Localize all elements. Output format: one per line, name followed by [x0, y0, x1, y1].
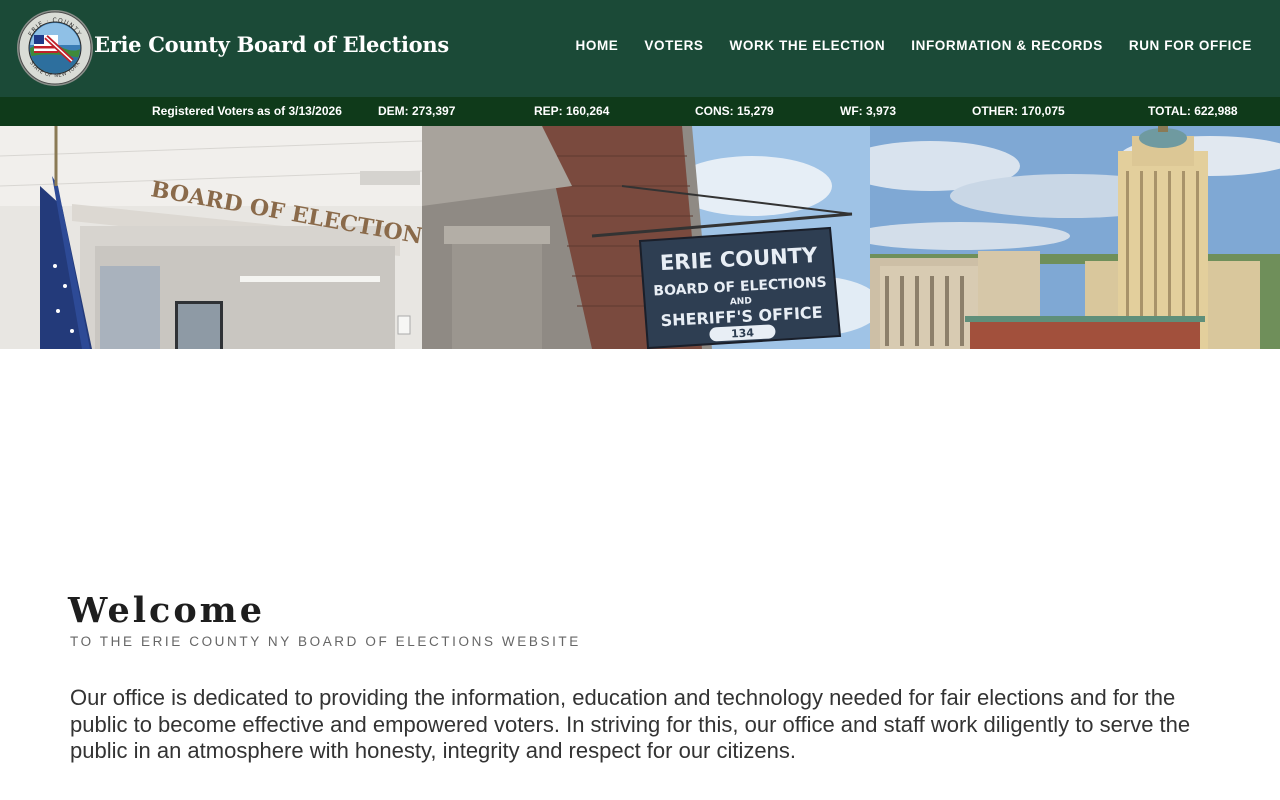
- stat-cons: CONS: 15,279: [695, 104, 774, 118]
- stat-rep: REP: 160,264: [534, 104, 610, 118]
- welcome-subtitle: TO THE ERIE COUNTY NY BOARD OF ELECTIONS…: [70, 634, 581, 649]
- hero-banner: BOARD OF ELECTIONS ERIE COUNTY BOARD OF …: [0, 126, 1280, 349]
- nav-information-records[interactable]: INFORMATION & RECORDS: [898, 38, 1116, 53]
- welcome-title: Welcome: [68, 590, 265, 631]
- stat-wf: WF: 3,973: [840, 104, 897, 118]
- nav-voters[interactable]: VOTERS: [631, 38, 716, 53]
- street-sign-photo: ERIE COUNTY BOARD OF ELECTIONS AND SHERI…: [422, 126, 870, 349]
- lobby-photo: BOARD OF ELECTIONS: [0, 126, 422, 349]
- main-nav: HOME VOTERS WORK THE ELECTION INFORMATIO…: [563, 38, 1252, 53]
- city-hall-photo: [870, 126, 1280, 349]
- welcome-body: Our office is dedicated to providing the…: [70, 685, 1191, 763]
- voter-stats-bar: Registered Voters as of 3/13/2026 DEM: 2…: [0, 97, 1280, 126]
- street-sign-number: 134: [731, 326, 755, 340]
- stat-total: TOTAL: 622,988: [1148, 104, 1238, 118]
- stat-other: OTHER: 170,075: [972, 104, 1065, 118]
- nav-work-the-election[interactable]: WORK THE ELECTION: [717, 38, 899, 53]
- county-seal-icon[interactable]: ERIE · COUNTY STATE OF NEW YORK: [16, 9, 94, 87]
- site-header: ERIE · COUNTY STATE OF NEW YORK Erie Cou…: [0, 0, 1280, 97]
- site-title[interactable]: Erie County Board of Elections: [94, 32, 449, 57]
- nav-home[interactable]: HOME: [563, 38, 632, 53]
- stat-dem: DEM: 273,397: [378, 104, 456, 118]
- stats-heading: Registered Voters as of 3/13/2026: [152, 104, 342, 118]
- nav-run-for-office[interactable]: RUN FOR OFFICE: [1116, 38, 1252, 53]
